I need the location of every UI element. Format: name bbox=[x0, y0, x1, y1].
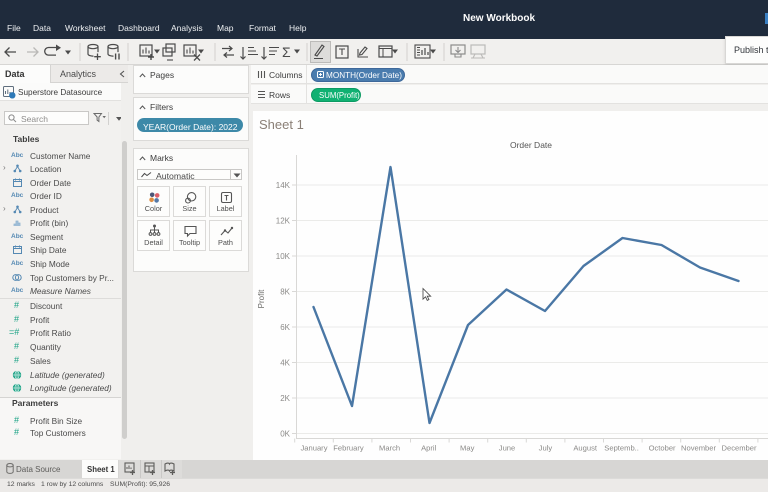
svg-text:14K: 14K bbox=[276, 181, 291, 190]
svg-text:May: May bbox=[460, 444, 475, 453]
svg-text:March: March bbox=[379, 444, 400, 453]
svg-text:December: December bbox=[721, 444, 756, 453]
svg-text:8K: 8K bbox=[280, 287, 290, 296]
svg-text:June: June bbox=[499, 444, 515, 453]
svg-text:July: July bbox=[539, 444, 553, 453]
svg-text:Septemb..: Septemb.. bbox=[604, 444, 639, 453]
svg-text:6K: 6K bbox=[280, 323, 290, 332]
svg-text:10K: 10K bbox=[276, 252, 291, 261]
svg-text:2K: 2K bbox=[280, 394, 290, 403]
svg-text:Order Date: Order Date bbox=[510, 140, 552, 150]
svg-text:November: November bbox=[681, 444, 716, 453]
svg-text:April: April bbox=[421, 444, 437, 453]
svg-text:Σ: Σ bbox=[282, 44, 291, 60]
svg-text:Profit: Profit bbox=[257, 289, 266, 308]
svg-text:0K: 0K bbox=[280, 429, 290, 438]
svg-text:January: January bbox=[300, 444, 327, 453]
svg-text:August: August bbox=[573, 444, 598, 453]
svg-text:February: February bbox=[333, 444, 364, 453]
svg-text:4K: 4K bbox=[280, 358, 290, 367]
svg-text:October: October bbox=[649, 444, 676, 453]
svg-text:12K: 12K bbox=[276, 216, 291, 225]
